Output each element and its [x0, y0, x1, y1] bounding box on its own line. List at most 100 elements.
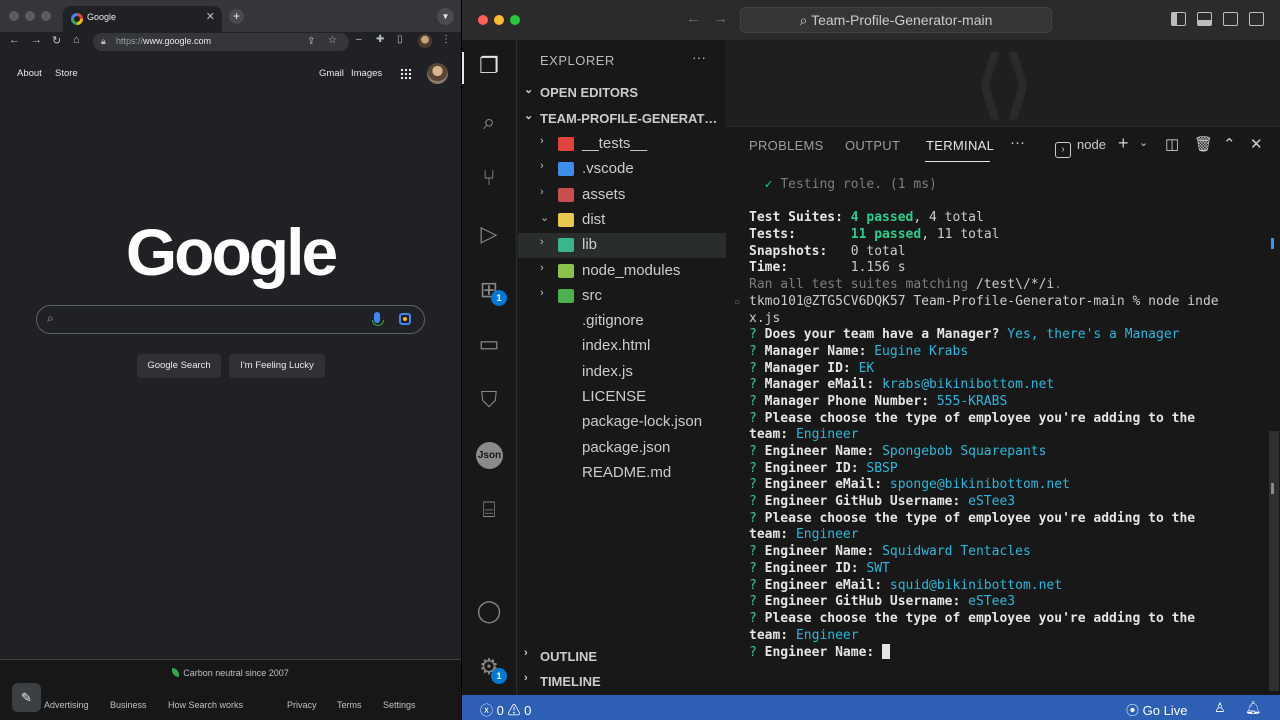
terminal-scrollbar[interactable] — [1269, 431, 1279, 691]
close-window-button[interactable] — [9, 11, 19, 21]
store-link[interactable]: Store — [55, 68, 78, 79]
terminal-text: Time: — [749, 260, 851, 276]
google-account-avatar[interactable] — [427, 63, 448, 84]
split-terminal-icon[interactable]: ◫ — [1165, 135, 1179, 153]
tab-search-button[interactable]: ▼ — [437, 8, 454, 25]
back-icon[interactable]: ← — [9, 34, 20, 46]
footer-settings-link[interactable]: Settings — [383, 700, 416, 710]
go-live-button[interactable]: ⦿ Go Live — [1126, 700, 1187, 719]
explorer-item[interactable]: package-lock.json — [518, 410, 726, 435]
explorer-item[interactable]: .gitignore — [518, 309, 726, 334]
reload-icon[interactable]: ↻ — [52, 34, 61, 47]
footer-business-link[interactable]: Business — [110, 700, 147, 710]
command-center-search[interactable]: ⌕ Team-Profile-Generator-main — [740, 7, 1052, 33]
go-back-icon[interactable]: ← — [686, 10, 701, 27]
accounts-status-icon[interactable]: ♙ — [1214, 700, 1226, 716]
explorer-item[interactable]: ⌄ dist — [518, 208, 726, 233]
forward-icon[interactable]: → — [31, 34, 42, 46]
google-search-input[interactable]: ⌕ — [36, 305, 425, 334]
terminal-instance-selector[interactable]: › node — [1055, 137, 1106, 158]
maximize-panel-icon[interactable]: ⌃ — [1223, 135, 1236, 153]
footer-advertising-link[interactable]: Advertising — [44, 700, 89, 710]
google-search-button[interactable]: Google Search — [137, 354, 221, 378]
toggle-panel-icon[interactable] — [1197, 12, 1212, 26]
explorer-item[interactable]: index.html — [518, 334, 726, 359]
zoom-window-button[interactable] — [510, 15, 520, 25]
feeling-lucky-button[interactable]: I'm Feeling Lucky — [229, 354, 325, 378]
terminal-text: , 11 total — [921, 227, 1000, 243]
explorer-item[interactable]: › lib — [518, 233, 726, 259]
close-tab-icon[interactable]: ✕ — [206, 10, 215, 23]
remote-explorer-icon[interactable]: ▭ — [475, 330, 503, 358]
close-window-button[interactable] — [478, 15, 488, 25]
google-lens-icon[interactable] — [399, 313, 411, 325]
explorer-item[interactable]: › assets — [518, 183, 726, 208]
accounts-icon[interactable]: ◯ — [475, 597, 503, 625]
footer-privacy-link[interactable]: Privacy — [287, 700, 317, 710]
source-control-icon[interactable]: ⑂ — [475, 164, 503, 192]
lock-icon[interactable]: 🔒︎ — [101, 36, 106, 47]
tab-output[interactable]: OUTPUT — [845, 138, 900, 153]
about-link[interactable]: About — [17, 68, 42, 79]
address-bar[interactable]: 🔒︎ https://www.google.com ⇪ ☆ — [93, 33, 349, 51]
customize-layout-icon[interactable] — [1249, 12, 1264, 26]
kill-terminal-trash-icon[interactable]: 🗑︎ — [1194, 135, 1213, 153]
side-panel-icon[interactable]: ▯ — [397, 34, 403, 45]
minimize-window-button[interactable] — [25, 11, 35, 21]
search-icon[interactable]: ⌕ — [475, 108, 503, 136]
chrome-menu-icon[interactable]: ⋮ — [441, 34, 451, 45]
google-apps-grid-icon[interactable] — [400, 68, 411, 79]
customize-chrome-pencil-icon[interactable]: ✎ — [12, 683, 41, 712]
explorer-item[interactable]: › node_modules — [518, 259, 726, 284]
voice-search-mic-icon[interactable] — [372, 312, 384, 326]
new-tab-button[interactable]: + — [229, 9, 244, 24]
terminal-text: Manager eMail: — [764, 377, 883, 393]
notifications-bell-icon[interactable]: 🔔︎ — [1245, 700, 1262, 716]
footer-how-search-works-link[interactable]: How Search works — [168, 700, 243, 710]
project-root-section[interactable]: ⌄ TEAM-PROFILE-GENERATOR-MAIN — [518, 108, 726, 130]
tab-terminal[interactable]: TERMINAL — [926, 138, 994, 153]
minimize-window-button[interactable] — [494, 15, 504, 25]
command-decoration-icon[interactable]: ○ — [734, 297, 740, 308]
carbon-neutral-notice[interactable]: Carbon neutral since 2007 — [0, 668, 461, 678]
toggle-primary-sidebar-icon[interactable] — [1171, 12, 1186, 26]
explorer-item[interactable]: › __tests__ — [518, 132, 726, 157]
run-and-debug-icon[interactable]: ▷ — [475, 220, 503, 248]
chrome-profile-avatar[interactable] — [418, 34, 432, 48]
outline-section[interactable]: › OUTLINE — [518, 646, 726, 668]
explorer-item[interactable]: README.md — [518, 461, 726, 486]
bookmark-star-icon[interactable]: ☆ — [328, 35, 337, 46]
panel-more-icon[interactable]: ··· — [1010, 134, 1025, 151]
gmail-link[interactable]: Gmail — [319, 68, 344, 79]
testing-beaker-icon[interactable]: ⌸ — [475, 496, 503, 524]
share-icon[interactable]: ⇪ — [307, 36, 315, 47]
explorer-item[interactable]: › src — [518, 284, 726, 309]
footer-terms-link[interactable]: Terms — [337, 700, 362, 710]
browser-tab-google[interactable]: Google ✕ — [63, 6, 222, 32]
explorer-item-label: index.html — [582, 337, 651, 355]
explorer-item[interactable]: index.js — [518, 360, 726, 385]
extensions-puzzle-icon[interactable]: ✚ — [376, 34, 384, 45]
gitlab-icon[interactable]: ⛉ — [475, 386, 503, 414]
problems-status[interactable]: ⓧ 0 ⚠ 0 — [480, 700, 531, 719]
new-terminal-plus-icon[interactable]: + — [1118, 133, 1129, 154]
toggle-secondary-sidebar-icon[interactable] — [1223, 12, 1238, 26]
open-editors-section[interactable]: ⌄ OPEN EDITORS — [518, 82, 726, 104]
zoom-window-button[interactable] — [41, 11, 51, 21]
go-forward-icon[interactable]: → — [713, 10, 728, 27]
chevron-down-icon[interactable]: ⌄ — [1139, 136, 1148, 149]
images-link[interactable]: Images — [351, 68, 382, 79]
explorer-item[interactable]: LICENSE — [518, 385, 726, 410]
chevron-right-icon: › — [540, 135, 544, 147]
tab-problems[interactable]: PROBLEMS — [749, 138, 824, 153]
timeline-section[interactable]: › TIMELINE — [518, 671, 726, 693]
explorer-item-label: index.js — [582, 362, 633, 380]
explorer-item[interactable]: package.json — [518, 436, 726, 461]
explorer-item[interactable]: › .vscode — [518, 157, 726, 182]
explorer-more-actions-icon[interactable]: ··· — [692, 49, 706, 65]
home-icon[interactable]: ⌂ — [73, 34, 80, 46]
terminal-output[interactable]: ✓ Testing role. (1 ms) Test Suites: 4 pas… — [749, 177, 1269, 661]
json-tools-icon[interactable]: Json — [476, 442, 503, 469]
close-panel-icon[interactable]: ✕ — [1250, 135, 1263, 153]
explorer-files-icon[interactable]: ❐ — [475, 52, 503, 80]
